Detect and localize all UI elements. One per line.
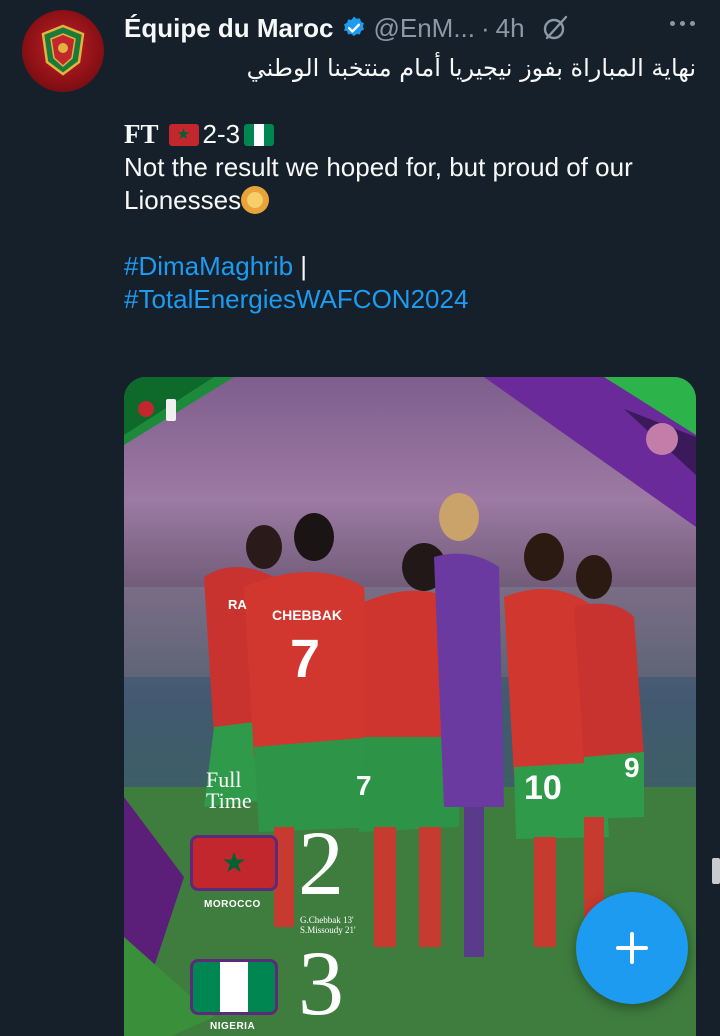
team2-score: 3: [298, 932, 344, 1034]
morocco-flag-icon: [190, 835, 278, 891]
separator-dot: ·: [481, 12, 490, 43]
verified-badge-icon: [344, 16, 365, 37]
lioness-badge-icon: [646, 423, 678, 455]
score-line: FT 2-3: [124, 118, 696, 151]
tweet-header: Équipe du Maroc @EnM... · 4h: [124, 8, 704, 48]
post-time[interactable]: 4h: [496, 13, 525, 44]
avatar[interactable]: [22, 10, 104, 92]
full-time-label: Full Time: [206, 767, 252, 813]
full-time-line2: Time: [206, 788, 252, 813]
team1-score: 2: [298, 812, 344, 914]
message-text: Not the result we hoped for, but proud o…: [124, 152, 633, 215]
plus-icon: [616, 932, 648, 964]
team2-name: NIGERIA: [210, 1021, 256, 1032]
shirt-number-label: 7: [290, 629, 320, 689]
morocco-flag-icon: [168, 123, 199, 146]
scorer-line: G.Chebbak 13': [300, 915, 354, 925]
arabic-line: نهاية المباراة بفوز نيجيريا أمام منتخبنا…: [246, 54, 696, 82]
message-line: Not the result we hoped for, but proud o…: [124, 151, 696, 217]
more-icon[interactable]: [662, 8, 702, 38]
tweet-text: نهاية المباراة بفوز نيجيريا أمام منتخبنا…: [124, 52, 696, 316]
account-name[interactable]: Équipe du Maroc: [124, 13, 333, 44]
frmf-logo-icon: [138, 401, 154, 417]
shirt-name-label: CHEBBAK: [272, 607, 342, 623]
federation-crest-icon: [41, 24, 85, 76]
shirt-number-label: 9: [624, 752, 640, 783]
nigeria-flag-icon: [190, 959, 278, 1015]
cup-logo-icon: [166, 399, 176, 421]
hashtag-link[interactable]: #DimaMaghrib: [124, 251, 293, 281]
account-handle[interactable]: @EnM...: [373, 13, 475, 44]
shirt-number-label: 10: [524, 769, 562, 807]
shirt-number-label: 7: [356, 770, 372, 801]
hashtag-link[interactable]: #TotalEnergiesWAFCON2024: [124, 284, 468, 314]
compose-button[interactable]: [576, 892, 688, 1004]
full-time-line1: Full: [206, 767, 242, 792]
shirt-name-label: RA: [228, 597, 247, 612]
scrollbar-thumb[interactable]: [712, 858, 720, 884]
nigeria-flag-icon: [244, 123, 275, 146]
hashtags: #DimaMaghrib | #TotalEnergiesWAFCON2024: [124, 250, 696, 316]
lion-emoji-icon: [241, 186, 270, 214]
hashtag-separator: |: [293, 251, 308, 281]
tweet-card[interactable]: Équipe du Maroc @EnM... · 4h نهاية المبا…: [0, 0, 720, 1036]
grok-icon[interactable]: [541, 14, 569, 42]
ft-label: FT: [124, 119, 159, 149]
score-text: 2-3: [202, 119, 241, 149]
team1-name: MOROCCO: [204, 899, 261, 910]
